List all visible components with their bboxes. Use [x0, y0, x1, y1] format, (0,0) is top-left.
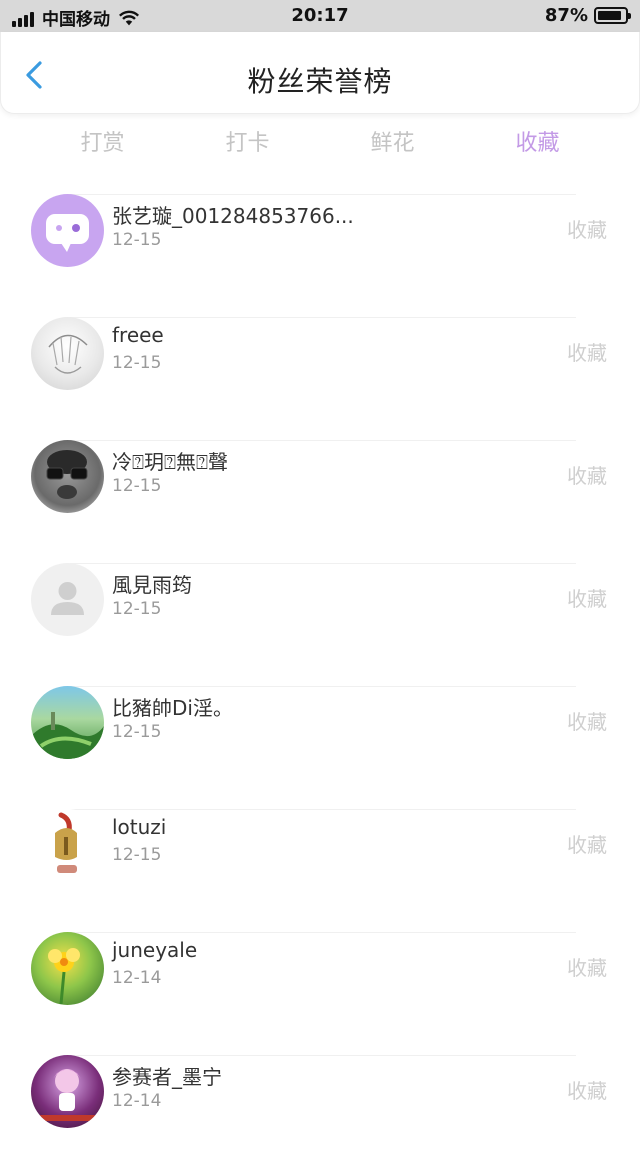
- list-item[interactable]: lotuzi 12-15 收藏: [0, 807, 640, 930]
- user-date: 12-14: [112, 1091, 162, 1111]
- list-item[interactable]: 冷⍰玥⍰無⍰聲 12-15 收藏: [0, 438, 640, 561]
- favorite-label: 收藏: [567, 464, 607, 488]
- user-name: 比豬帥Di淫。: [112, 696, 233, 720]
- avatar[interactable]: [31, 686, 104, 759]
- divider: [70, 440, 576, 441]
- tab-shoucang[interactable]: 收藏: [465, 124, 610, 168]
- divider: [70, 194, 576, 195]
- helmet-icon: [55, 812, 77, 873]
- page-title: 粉丝荣誉榜: [247, 65, 393, 98]
- divider: [70, 317, 576, 318]
- user-date: 12-15: [112, 230, 162, 250]
- avatar[interactable]: [31, 563, 104, 636]
- battery-fill: [598, 11, 621, 20]
- divider: [70, 1055, 576, 1056]
- list-item[interactable]: juneyale 12-14 收藏: [0, 930, 640, 1053]
- list-item[interactable]: 参赛者_墨宁 12-14 收藏: [0, 1053, 640, 1176]
- tab-bar: 打赏 打卡 鲜花 收藏: [30, 124, 610, 168]
- avatar[interactable]: [31, 809, 104, 882]
- list-item[interactable]: freee 12-15 收藏: [0, 315, 640, 438]
- favorite-label: 收藏: [567, 587, 607, 611]
- user-name: 風見雨筠: [112, 573, 192, 597]
- favorite-label: 收藏: [567, 833, 607, 857]
- favorite-label: 收藏: [567, 1079, 607, 1103]
- avatar[interactable]: [31, 440, 104, 513]
- user-date: 12-15: [112, 599, 162, 619]
- default-user-icon: [51, 582, 84, 615]
- tab-dashang[interactable]: 打赏: [30, 124, 175, 168]
- anime-photo-icon: [37, 1069, 97, 1121]
- user-name: 张艺璇_001284853766...: [112, 204, 354, 228]
- battery-icon: [594, 7, 631, 24]
- list-item[interactable]: 風見雨筠 12-15 收藏: [0, 561, 640, 684]
- user-date: 12-15: [112, 476, 162, 496]
- user-name: 参赛者_墨宁: [112, 1065, 222, 1089]
- avatar[interactable]: [31, 932, 104, 1005]
- divider: [70, 809, 576, 810]
- tab-xianhua[interactable]: 鲜花: [320, 124, 465, 168]
- header-bar: 粉丝荣誉榜: [0, 32, 640, 114]
- divider: [70, 563, 576, 564]
- glasses-portrait-icon: [46, 450, 88, 499]
- list-item[interactable]: 张艺璇_001284853766... 12-15 收藏: [0, 192, 640, 315]
- user-name: lotuzi: [112, 815, 167, 839]
- avatar[interactable]: [31, 194, 104, 267]
- user-name: juneyale: [112, 938, 198, 962]
- user-date: 12-15: [112, 353, 162, 373]
- favorite-label: 收藏: [567, 710, 607, 734]
- status-right: 87%: [544, 5, 631, 26]
- avatar[interactable]: [31, 317, 104, 390]
- user-date: 12-15: [112, 722, 162, 742]
- favorite-label: 收藏: [567, 341, 607, 365]
- avatar[interactable]: [31, 1055, 104, 1128]
- landscape-photo-icon: [31, 712, 104, 759]
- battery-cap: [628, 13, 631, 19]
- list-item[interactable]: 比豬帥Di淫。 12-15 收藏: [0, 684, 640, 807]
- user-date: 12-15: [112, 845, 162, 865]
- chat-bubble-icon: [46, 214, 89, 252]
- divider: [70, 932, 576, 933]
- user-name: 冷⍰玥⍰無⍰聲: [112, 450, 228, 474]
- flower-photo-icon: [48, 948, 80, 1005]
- divider: [70, 686, 576, 687]
- user-date: 12-14: [112, 968, 162, 988]
- tab-daka[interactable]: 打卡: [175, 124, 320, 168]
- battery-percent: 87%: [544, 5, 588, 26]
- favorite-label: 收藏: [567, 956, 607, 980]
- sketch-portrait-icon: [48, 334, 88, 374]
- status-bar: 中国移动 20:17 87%: [0, 0, 640, 32]
- user-name: freee: [112, 323, 164, 347]
- favorite-label: 收藏: [567, 218, 607, 242]
- fan-list: 张艺璇_001284853766... 12-15 收藏 freee 12-15…: [0, 192, 640, 1176]
